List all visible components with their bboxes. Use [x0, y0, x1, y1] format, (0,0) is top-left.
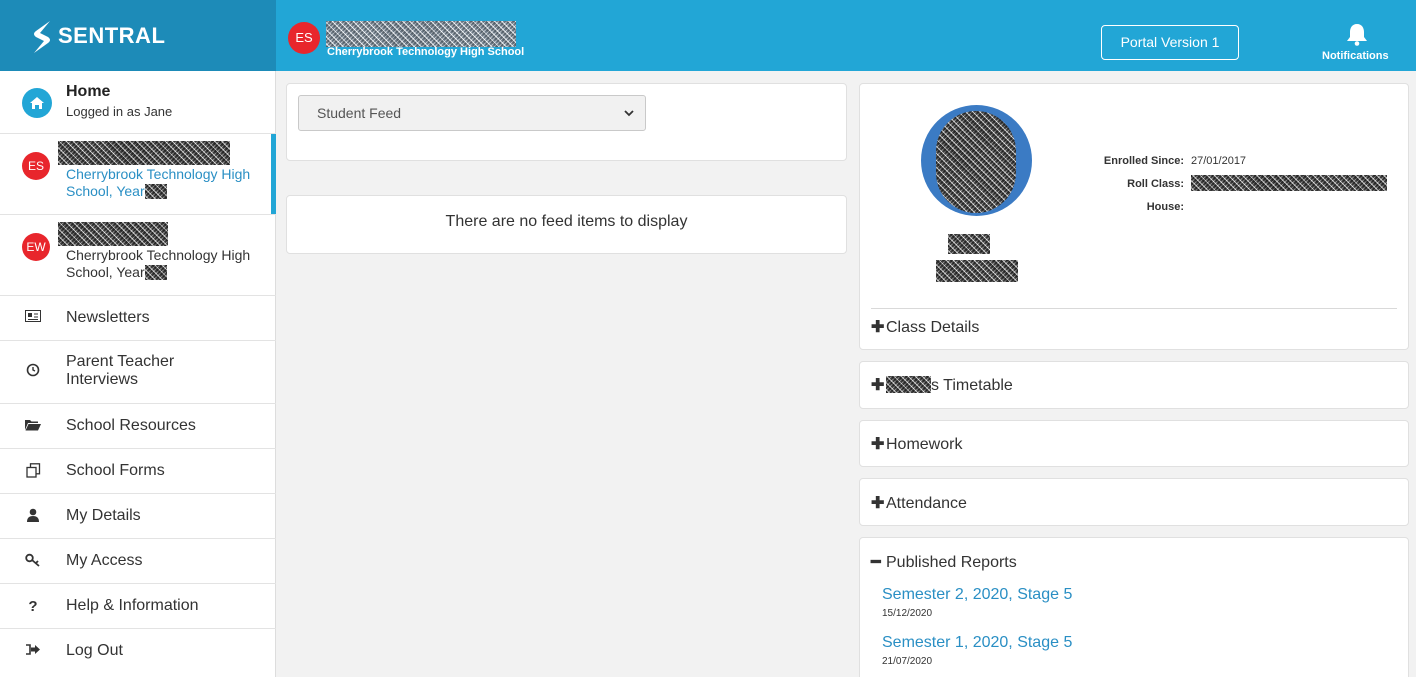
logged-in-as: Logged in as Jane	[66, 104, 173, 119]
report-date: 15/12/2020	[882, 608, 933, 619]
sidebar-item-school-resources[interactable]: School Resources	[0, 404, 276, 449]
user-icon	[24, 508, 42, 526]
clock-icon	[24, 363, 42, 381]
published-reports-card: ━ Published Reports Semester 2, 2020, Sta…	[859, 537, 1409, 677]
timetable-label: s Timetable	[931, 377, 1013, 394]
published-reports-toggle[interactable]: ━ Published Reports	[871, 552, 1017, 572]
top-bar: SENTRAL ES Cherrybrook Technology High S…	[0, 0, 1416, 71]
student-school-year: Cherrybrook Technology High School, Year	[66, 166, 266, 200]
sidebar-student-es[interactable]: ES Cherrybrook Technology High School, Y…	[0, 134, 276, 215]
current-student-school: Cherrybrook Technology High School	[327, 46, 525, 58]
student-name-redacted	[886, 376, 931, 393]
chevron-down-icon	[623, 96, 635, 143]
roll-class-label: Roll Class:	[1127, 178, 1184, 190]
sidebar-item-school-forms[interactable]: School Forms	[0, 449, 276, 494]
sidebar-item-my-access[interactable]: My Access	[0, 539, 276, 584]
report-date: 21/07/2020	[882, 656, 933, 667]
feed-card: There are no feed items to display	[286, 195, 847, 254]
report-link[interactable]: Semester 1, 2020, Stage 5	[882, 634, 1072, 652]
sidebar-item-label: Newsletters	[66, 309, 150, 326]
profile-divider	[871, 308, 1397, 309]
home-icon	[22, 88, 52, 118]
sidebar-item-my-details[interactable]: My Details	[0, 494, 276, 539]
sidebar-item-label: My Details	[66, 507, 141, 524]
plus-icon: ✚	[871, 436, 885, 453]
timetable-card[interactable]: ✚ s Timetable	[859, 361, 1409, 409]
forms-icon	[24, 463, 42, 481]
current-student-avatar[interactable]: ES	[288, 22, 320, 54]
portal-version-button[interactable]: Portal Version 1	[1101, 25, 1239, 60]
student-name-redacted	[58, 141, 230, 165]
sidebar-item-label: School Resources	[66, 417, 196, 434]
newspaper-icon	[24, 309, 42, 327]
enrolled-since-label: Enrolled Since:	[1103, 155, 1184, 167]
sidebar-student-ew[interactable]: EW Cherrybrook Technology High School, Y…	[0, 215, 276, 296]
feed-empty-message: There are no feed items to display	[445, 213, 688, 230]
sidebar-item-newsletters[interactable]: Newsletters	[0, 296, 276, 341]
student-profile-card: Enrolled Since: 27/01/2017 Roll Class: H…	[859, 83, 1409, 350]
class-details-label: Class Details	[886, 319, 980, 336]
sidebar-item-log-out[interactable]: Log Out	[0, 629, 276, 674]
plus-icon: ✚	[871, 377, 885, 394]
feed-type-value: Student Feed	[317, 105, 402, 121]
student-photo	[921, 105, 1032, 216]
logout-icon	[24, 643, 42, 661]
house-label: House:	[1146, 201, 1184, 213]
sidebar-item-label: Log Out	[66, 642, 123, 659]
sidebar-item-label: Help & Information	[66, 597, 199, 614]
year-redacted	[144, 265, 167, 280]
student-avatar: EW	[22, 233, 50, 261]
sidebar: Home Logged in as Jane ES Cherrybrook Te…	[0, 71, 276, 677]
sidebar-item-home[interactable]: Home Logged in as Jane	[0, 71, 276, 134]
report-link[interactable]: Semester 2, 2020, Stage 5	[882, 586, 1072, 604]
timetable-toggle[interactable]: ✚ s Timetable	[871, 375, 1013, 395]
year-redacted	[144, 184, 167, 199]
attendance-toggle[interactable]: ✚Attendance	[871, 493, 967, 513]
question-icon: ?	[28, 598, 38, 615]
sentral-logo-icon	[34, 21, 50, 53]
sidebar-item-help-information[interactable]: ? Help & Information	[0, 584, 276, 629]
homework-toggle[interactable]: ✚Homework	[871, 434, 962, 454]
sidebar-item-label: Parent Teacher Interviews	[66, 353, 175, 388]
sidebar-item-label: School Forms	[66, 462, 165, 479]
sidebar-item-parent-teacher-interviews[interactable]: Parent Teacher Interviews	[0, 341, 276, 404]
current-student-name-redacted	[326, 21, 516, 47]
roll-class-value-redacted	[1191, 175, 1387, 191]
student-last-name-redacted	[936, 260, 1018, 282]
student-first-name-redacted	[948, 234, 990, 254]
attendance-label: Attendance	[886, 495, 967, 512]
key-icon	[24, 553, 42, 571]
attendance-card[interactable]: ✚Attendance	[859, 478, 1409, 526]
plus-icon: ✚	[871, 319, 885, 336]
feed-type-select[interactable]: Student Feed	[298, 95, 646, 131]
student-photo-redacted	[936, 111, 1016, 213]
home-title: Home	[66, 83, 111, 100]
bell-icon[interactable]	[1346, 22, 1368, 46]
brand-name: SENTRAL	[58, 23, 166, 48]
student-school-year: Cherrybrook Technology High School, Year	[66, 247, 266, 281]
brand-logo[interactable]: SENTRAL	[0, 0, 276, 71]
plus-icon: ✚	[871, 495, 885, 512]
sidebar-item-label: My Access	[66, 552, 143, 569]
student-name-redacted	[58, 222, 168, 246]
folder-icon	[24, 418, 42, 436]
minus-icon: ━	[871, 554, 881, 571]
published-reports-label: Published Reports	[886, 554, 1017, 571]
student-avatar: ES	[22, 152, 50, 180]
homework-card[interactable]: ✚Homework	[859, 420, 1409, 467]
notifications-label[interactable]: Notifications	[1322, 50, 1389, 62]
class-details-toggle[interactable]: ✚Class Details	[871, 317, 979, 337]
enrolled-since-value: 27/01/2017	[1191, 155, 1247, 167]
feed-filter-card: Student Feed	[286, 83, 847, 161]
homework-label: Homework	[886, 436, 963, 453]
